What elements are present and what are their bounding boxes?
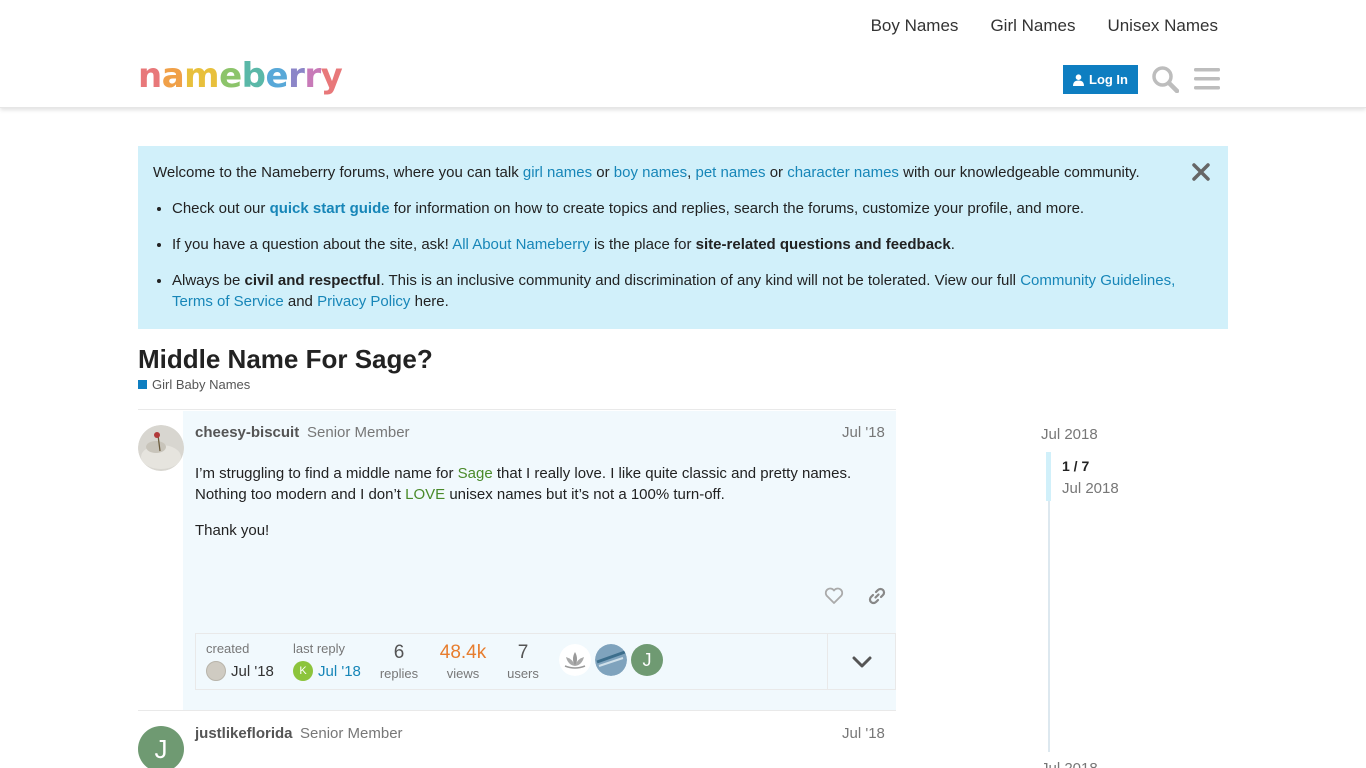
views-stat: 48.4k views [439,642,487,681]
search-icon[interactable] [1151,65,1179,93]
participant-avatar-icon[interactable] [595,644,627,676]
topic-title[interactable]: Middle Name For Sage? [138,344,433,375]
post-username[interactable]: justlikeflorida [195,725,293,742]
site-header: Boy Names Girl Names Unisex Names namebe… [0,0,1366,108]
logo-letter: n [138,56,162,96]
heart-icon[interactable] [824,586,844,606]
topic-created[interactable]: created Jul '18 [206,641,274,681]
logo-letter: r [304,56,321,96]
link-quick-start-guide[interactable]: quick start guide [270,200,390,217]
nav-unisex-names[interactable]: Unisex Names [1107,16,1218,36]
link-icon[interactable] [867,586,887,606]
logo-letter: e [265,56,289,96]
post-divider [138,409,896,410]
banner-list: Check out our quick start guide for info… [153,198,1213,312]
post-date[interactable]: Jul '18 [842,725,885,742]
banner-intro: Welcome to the Nameberry forums, where y… [153,164,1140,181]
link-character-names[interactable]: character names [787,164,899,181]
post-user-title: Senior Member [307,424,410,441]
logo-letter: y [320,56,343,96]
avatar[interactable]: J [138,726,184,768]
post-paragraph: Thank you! [195,522,270,539]
creator-avatar [206,661,226,681]
participant-avatar-lotus-icon[interactable] [559,644,591,676]
logo-letter: m [184,56,220,96]
logo-letter: e [219,56,242,96]
link-pet-names[interactable]: pet names [695,164,765,181]
participant-avatar[interactable]: J [631,644,663,676]
banner-item-questions: If you have a question about the site, a… [172,234,1213,255]
link-community-guidelines[interactable]: Community Guidelines, [1020,272,1175,289]
timeline-handle[interactable] [1046,452,1051,501]
login-button[interactable]: Log In [1063,65,1138,94]
link-all-about-nameberry[interactable]: All About Nameberry [452,236,590,253]
timeline-start-date[interactable]: Jul 2018 [1041,426,1098,443]
close-icon[interactable] [1191,162,1211,182]
post-date[interactable]: Jul '18 [842,424,885,441]
banner-item-civil: Always be civil and respectful. This is … [172,270,1213,312]
top-nav: Boy Names Girl Names Unisex Names [871,16,1218,36]
last-reply-avatar: K [293,661,313,681]
avatar[interactable] [138,425,184,471]
welcome-banner: Welcome to the Nameberry forums, where y… [138,146,1228,329]
login-label: Log In [1089,72,1128,87]
banner-item-quick-start: Check out our quick start guide for info… [172,198,1213,219]
category-name: Girl Baby Names [152,377,251,392]
logo-letter: a [161,56,185,96]
logo-letter: r [288,56,305,96]
timeline-post-count: 1 / 7 [1062,458,1090,474]
post-paragraph: I’m struggling to find a middle name for… [195,465,852,503]
timeline-current-date: Jul 2018 [1062,480,1119,497]
post-content: I’m struggling to find a middle name for… [195,463,875,556]
link-girl-names[interactable]: girl names [523,164,592,181]
post-divider [138,710,896,711]
name-link-love[interactable]: LOVE [405,486,445,503]
post-user-title: Senior Member [300,725,403,742]
user-icon [1073,73,1084,86]
category-badge[interactable]: Girl Baby Names [138,377,250,392]
category-color-swatch [138,380,147,389]
topic-map: created Jul '18 last reply K Jul '18 6 r… [195,633,896,690]
name-link-sage[interactable]: Sage [458,465,493,482]
link-privacy-policy[interactable]: Privacy Policy [317,293,410,310]
link-terms-of-service[interactable]: Terms of Service [172,293,284,310]
replies-stat: 6 replies [379,642,419,681]
timeline-end-date[interactable]: Jul 2018 [1041,760,1098,768]
link-boy-names[interactable]: boy names [614,164,687,181]
users-stat: 7 users [507,642,539,681]
chevron-down-icon [852,656,871,667]
nav-girl-names[interactable]: Girl Names [990,16,1075,36]
nameberry-logo[interactable]: nameberry [138,56,343,96]
avatar-image-icon [138,425,184,471]
logo-letter: b [241,56,266,96]
topic-last-reply[interactable]: last reply K Jul '18 [293,641,361,681]
nav-boy-names[interactable]: Boy Names [871,16,959,36]
hamburger-menu-icon[interactable] [1194,66,1220,92]
post-username[interactable]: cheesy-biscuit [195,424,299,441]
topic-map-expand-button[interactable] [827,634,895,689]
